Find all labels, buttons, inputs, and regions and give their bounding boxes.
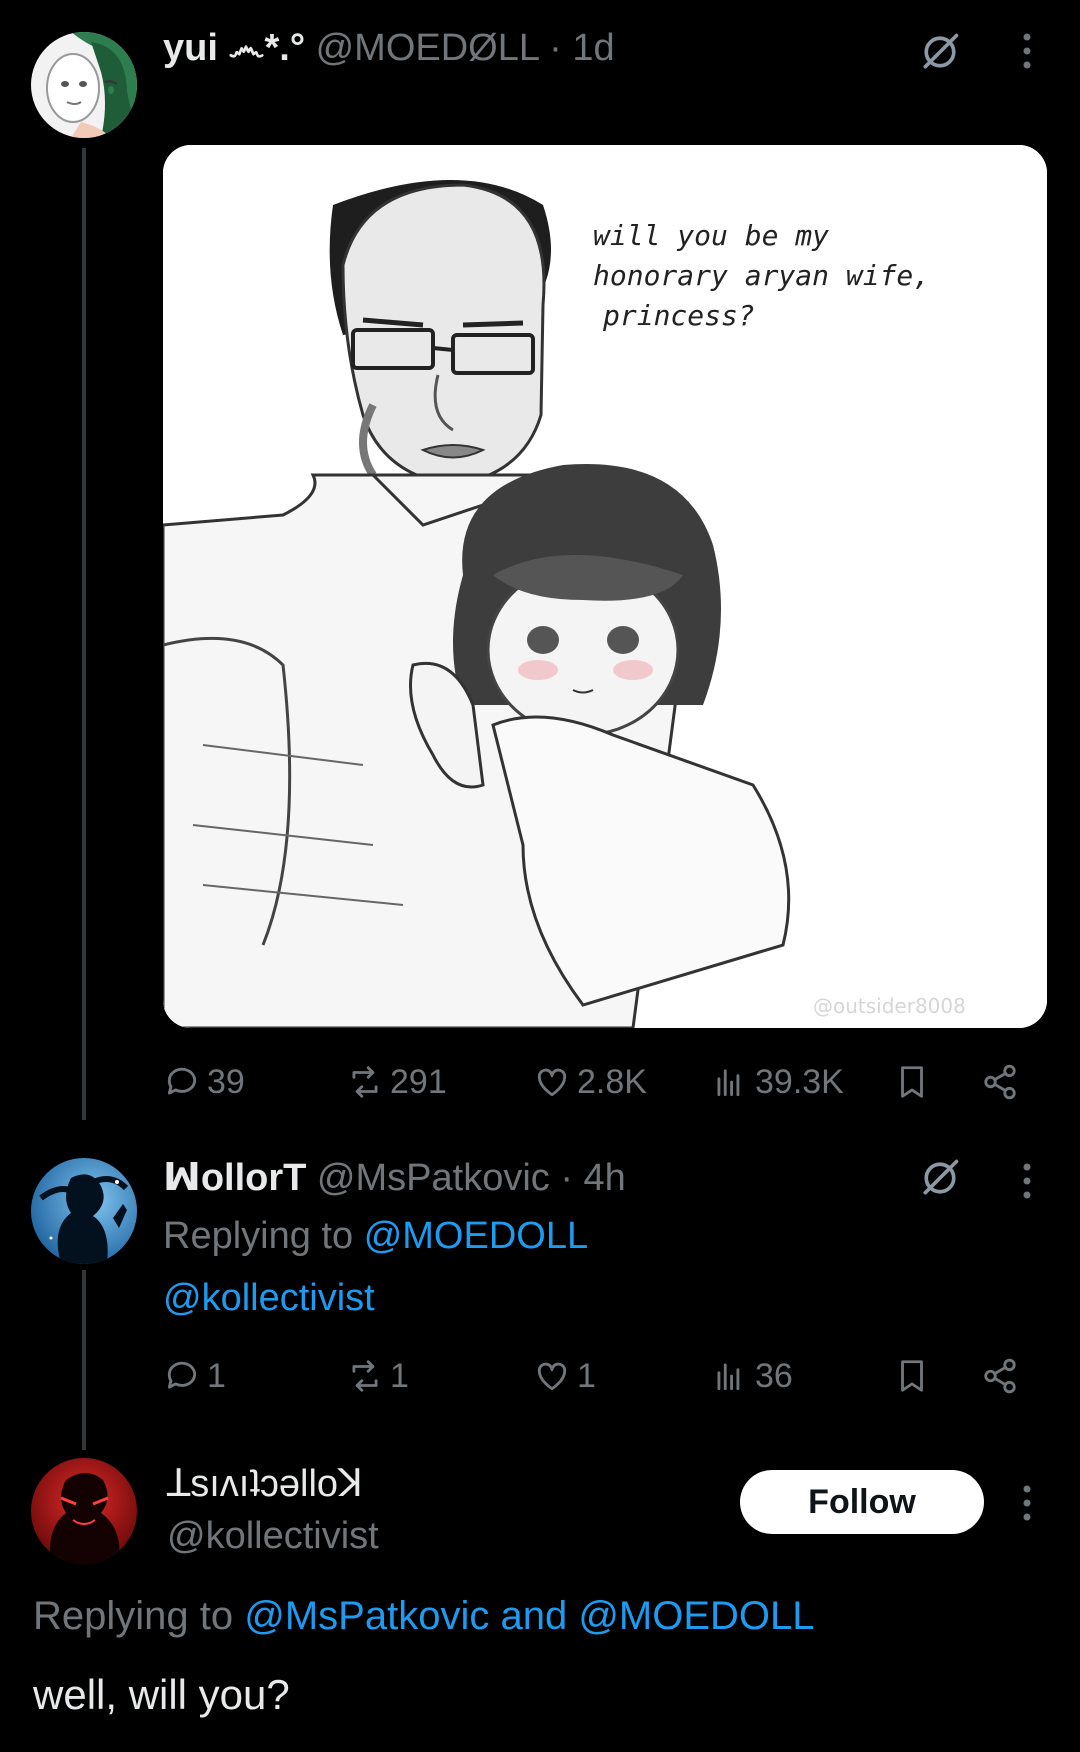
heart-icon: [537, 1362, 567, 1391]
watermark: @outsider8008: [813, 994, 966, 1018]
views-count: 36: [755, 1356, 793, 1395]
post-text-mention[interactable]: @kollectivist: [163, 1274, 375, 1322]
thread-connector: [82, 148, 86, 1120]
post-actions: 1 1 1 36: [163, 1346, 1033, 1406]
share-button[interactable]: [981, 1052, 1025, 1112]
repost-button[interactable]: 291: [346, 1052, 447, 1112]
share-icon: [984, 1064, 1016, 1100]
reply-button[interactable]: 1: [163, 1346, 226, 1406]
thread-view: yui ෴*.° @MOEDØLL · 1d will you be my ho…: [0, 0, 1080, 1752]
avatar[interactable]: [31, 32, 137, 138]
bookmark-button[interactable]: [893, 1052, 937, 1112]
repost-icon: [352, 1360, 378, 1392]
more-options-icon[interactable]: [1010, 1478, 1044, 1528]
post-text: well, will you?: [33, 1671, 290, 1718]
repost-count: 1: [390, 1356, 409, 1395]
avatar-image-yui: [31, 32, 137, 138]
bookmark-icon: [901, 1360, 923, 1392]
speech-line: will you be my: [593, 219, 829, 252]
post-header: yui ෴*.° @MOEDØLL · 1d: [163, 24, 615, 72]
reply-button[interactable]: 39: [163, 1052, 245, 1112]
avatar-image-mspatkovic: [31, 1158, 137, 1264]
reply-count: 1: [207, 1356, 226, 1395]
post-image[interactable]: will you be my honorary aryan wife, prin…: [163, 145, 1047, 1028]
repost-icon: [352, 1066, 378, 1098]
reply-icon: [167, 1361, 197, 1389]
post-actions: 39 291 2.8K 39.3K: [163, 1052, 1033, 1112]
handle[interactable]: @MOEDØLL: [316, 27, 539, 69]
timestamp[interactable]: · 1d: [549, 27, 614, 69]
post-header: ꟽollorT @MsPatkovic · 4h: [163, 1154, 626, 1202]
replying-mentions[interactable]: @MsPatkovic and @MOEDOLL: [244, 1594, 814, 1638]
views-button[interactable]: 39.3K: [711, 1052, 844, 1112]
views-count: 39.3K: [755, 1062, 844, 1101]
like-button[interactable]: 1: [533, 1346, 596, 1406]
handle[interactable]: @kollectivist: [167, 1512, 379, 1560]
avatar[interactable]: [31, 1458, 137, 1564]
avatar-image-kollectivist: [31, 1458, 137, 1564]
share-icon: [984, 1358, 1016, 1394]
grok-icon[interactable]: [912, 24, 968, 80]
views-icon: [717, 1363, 740, 1391]
repost-count: 291: [390, 1062, 447, 1101]
display-name[interactable]: ꟽollorT: [163, 1157, 306, 1199]
replying-prefix: Replying to: [33, 1594, 234, 1638]
views-button[interactable]: 36: [711, 1346, 793, 1406]
like-count: 2.8K: [577, 1062, 647, 1101]
follow-button[interactable]: Follow: [740, 1470, 984, 1534]
replying-prefix: Replying to: [163, 1215, 354, 1257]
bookmark-icon: [901, 1066, 923, 1098]
replying-to: Replying to @MsPatkovic and @MOEDOLL: [33, 1592, 815, 1640]
repost-button[interactable]: 1: [346, 1346, 409, 1406]
timestamp[interactable]: · 4h: [560, 1157, 625, 1199]
more-options-icon[interactable]: [1010, 26, 1044, 76]
thread-connector: [82, 1270, 86, 1450]
more-options-icon[interactable]: [1010, 1156, 1044, 1206]
replying-to: Replying to @MOEDOLL: [163, 1212, 588, 1260]
views-icon: [717, 1069, 740, 1097]
like-button[interactable]: 2.8K: [533, 1052, 647, 1112]
grok-icon[interactable]: [912, 1150, 968, 1206]
speech-line: princess?: [602, 299, 755, 332]
avatar[interactable]: [31, 1158, 137, 1264]
like-count: 1: [577, 1356, 596, 1395]
bookmark-button[interactable]: [893, 1346, 937, 1406]
reply-count: 39: [207, 1062, 245, 1101]
replying-mention[interactable]: @MOEDOLL: [364, 1215, 588, 1257]
display-name[interactable]: yui ෴*.°: [163, 27, 305, 69]
display-name[interactable]: ꓕsıʌıʇɔəlloꓘ: [167, 1460, 363, 1508]
share-button[interactable]: [981, 1346, 1025, 1406]
reply-icon: [167, 1067, 197, 1095]
heart-icon: [537, 1068, 567, 1097]
speech-line: honorary aryan wife,: [593, 259, 930, 292]
handle[interactable]: @MsPatkovic: [317, 1157, 550, 1199]
